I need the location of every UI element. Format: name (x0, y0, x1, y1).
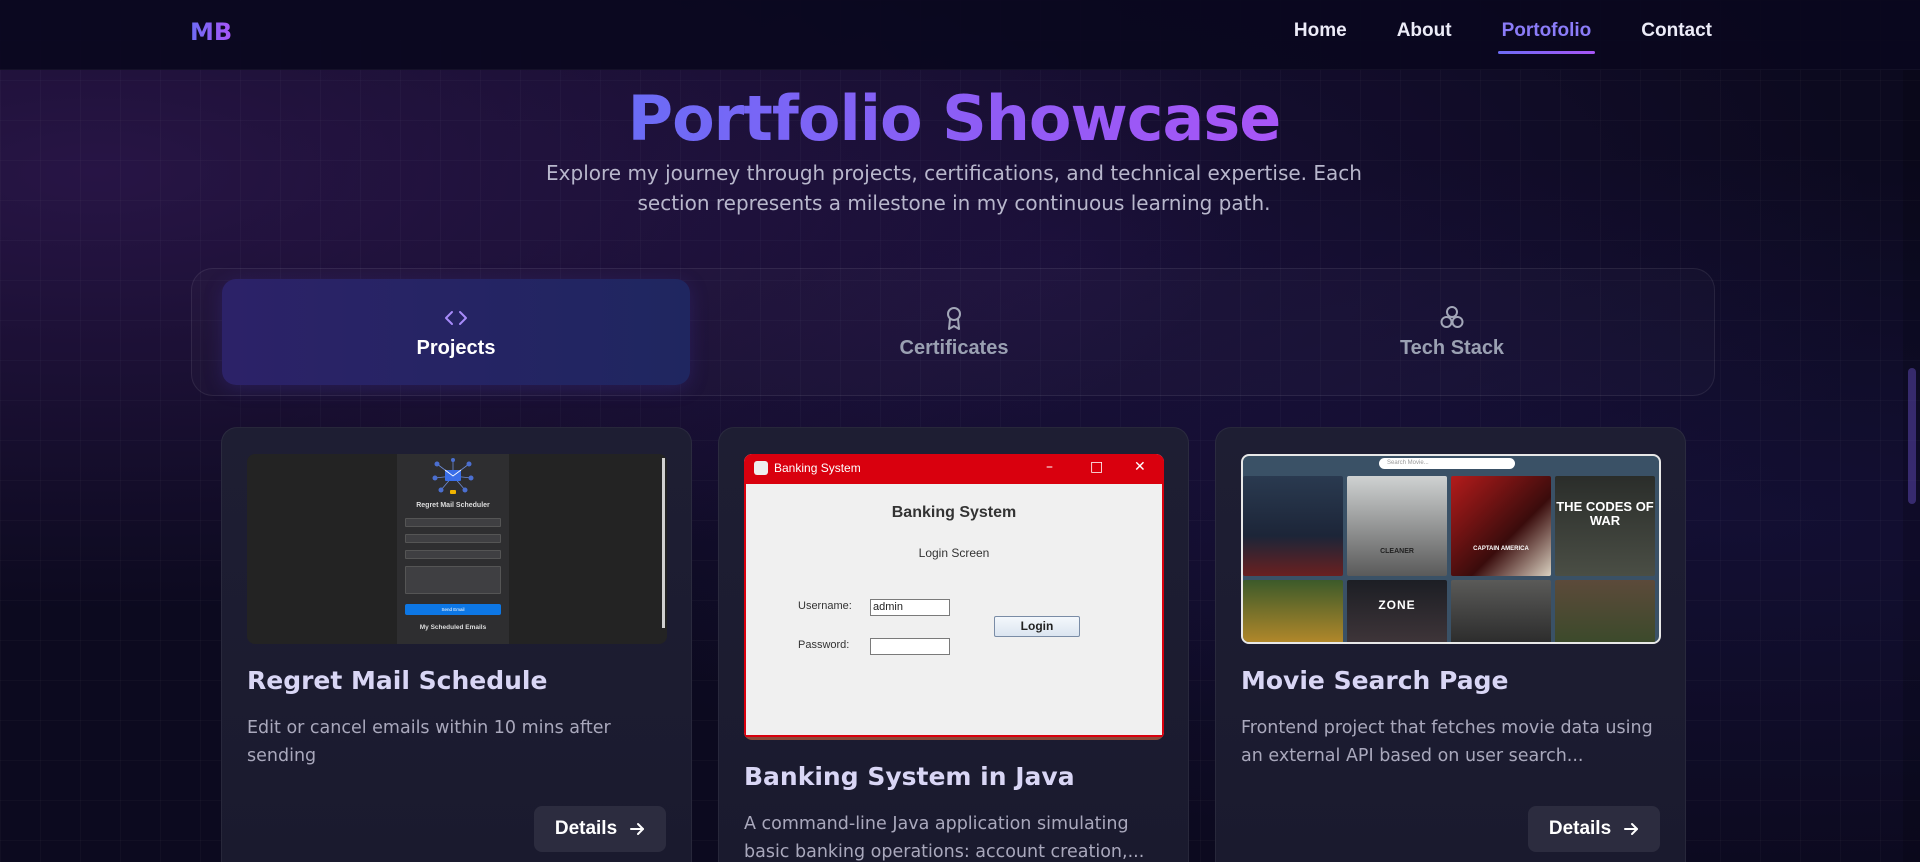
movie-poster (1555, 580, 1655, 642)
username-input: admin (870, 599, 950, 616)
maximize-icon: □ (1090, 459, 1104, 475)
banking-heading: Banking System (891, 504, 1017, 521)
banking-subheading: Login Screen (918, 546, 990, 560)
movie-poster: CLEANER (1347, 476, 1447, 576)
project-card-regret-mail: Regret Mail Scheduler Send Email My Sche… (221, 427, 692, 862)
site-logo[interactable]: MB (190, 18, 232, 46)
details-button-label: Details (554, 818, 618, 839)
portfolio-tabs: Projects Certificates Tech Stack (191, 268, 1715, 396)
mail-field-time (405, 550, 501, 559)
preview-scrollbar (662, 458, 665, 628)
movie-poster: ZONE (1347, 580, 1447, 642)
mail-field-to (405, 518, 501, 527)
card-title: Banking System in Java (744, 762, 1075, 791)
details-button[interactable]: Details (534, 806, 666, 852)
tab-tech-stack[interactable]: Tech Stack (1218, 279, 1686, 385)
mail-network-icon (432, 458, 474, 494)
project-card-banking: Banking System – □ ✕ Banking System Logi… (718, 427, 1189, 862)
top-navbar: MB Home About Portofolio Contact (0, 0, 1920, 70)
project-thumbnail[interactable]: Regret Mail Scheduler Send Email My Sche… (247, 454, 667, 644)
page-scrollbar-thumb[interactable] (1908, 368, 1916, 504)
award-icon (947, 306, 961, 330)
nav-link-home[interactable]: Home (1294, 20, 1347, 54)
tab-certificates[interactable]: Certificates (720, 279, 1188, 385)
movie-poster (1243, 476, 1343, 576)
card-description: Edit or cancel emails within 10 mins aft… (247, 718, 611, 766)
mail-app-heading: Regret Mail Scheduler (416, 502, 490, 509)
nav-link-contact[interactable]: Contact (1641, 20, 1712, 54)
mail-field-subject (405, 534, 501, 543)
tab-projects[interactable]: Projects (222, 279, 690, 385)
close-icon: ✕ (1134, 459, 1146, 475)
app-icon (754, 461, 768, 475)
code-icon (445, 310, 467, 325)
mail-send-button: Send Email (405, 604, 501, 615)
window-titlebar: Banking System – □ ✕ (746, 454, 1164, 484)
nav-links: Home About Portofolio Contact (1244, 20, 1712, 54)
login-button: Login (994, 616, 1080, 637)
banking-window-preview: Banking System – □ ✕ Banking System Logi… (744, 454, 1164, 737)
username-label: Username: (798, 600, 852, 612)
details-button-label: Details (1548, 818, 1612, 839)
mail-scheduled-heading: My Scheduled Emails (419, 624, 487, 631)
page-title-text: Portfolio Showcase (627, 82, 1282, 155)
project-thumbnail[interactable]: Banking System – □ ✕ Banking System Logi… (744, 454, 1164, 740)
project-card-movie-search: Search Movie... CLEANER CAPTAIN AMERICA … (1215, 427, 1686, 862)
mail-field-body (405, 566, 501, 594)
boxes-icon (1440, 305, 1464, 328)
movie-poster (1243, 580, 1343, 642)
window-title: Banking System (774, 461, 861, 475)
details-button[interactable]: Details (1528, 806, 1660, 852)
password-input (870, 638, 950, 655)
page-title: Portfolio Showcase (0, 82, 1908, 155)
movie-search-input: Search Movie... (1379, 458, 1515, 469)
card-title: Regret Mail Schedule (247, 666, 548, 695)
arrow-right-icon (630, 823, 645, 835)
movie-poster: CAPTAIN AMERICA (1451, 476, 1551, 576)
password-label: Password: (798, 639, 850, 651)
project-thumbnail[interactable]: Search Movie... CLEANER CAPTAIN AMERICA … (1241, 454, 1661, 644)
tab-certificates-label: Certificates (899, 336, 1009, 359)
nav-link-portfolio[interactable]: Portofolio (1497, 20, 1595, 54)
page-scrollbar[interactable] (1903, 0, 1920, 862)
movie-poster: THE CODES OF WAR (1555, 476, 1655, 576)
mail-app-preview: Regret Mail Scheduler Send Email My Sche… (397, 454, 509, 644)
page-subtitle: Explore my journey through projects, cer… (546, 161, 1362, 215)
movie-poster (1451, 580, 1551, 642)
tab-projects-label: Projects (416, 336, 496, 359)
nav-link-about[interactable]: About (1397, 20, 1452, 54)
card-description: A command-line Java application simulati… (744, 814, 1145, 862)
tab-tech-stack-label: Tech Stack (1399, 336, 1505, 359)
card-description: Frontend project that fetches movie data… (1241, 718, 1653, 766)
card-title: Movie Search Page (1241, 666, 1509, 695)
arrow-right-icon (1624, 823, 1639, 835)
minimize-icon: – (1046, 459, 1053, 475)
